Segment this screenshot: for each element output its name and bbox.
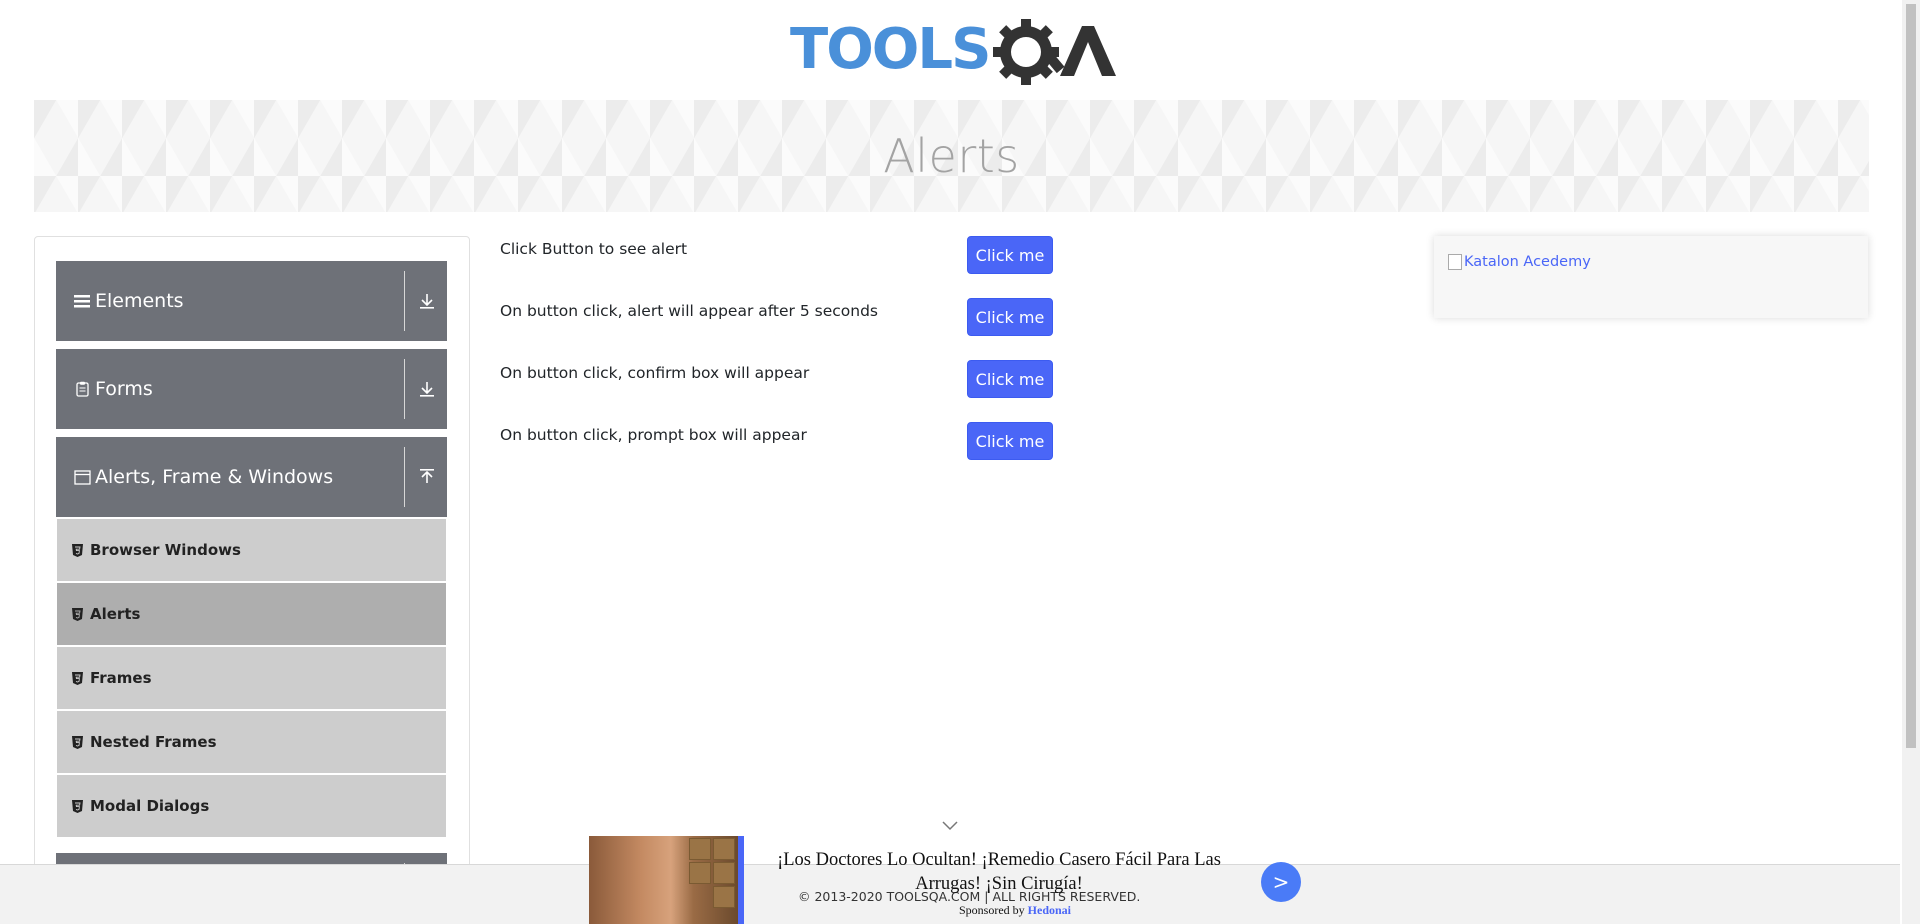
sidebar-item-browser-windows[interactable]: Browser Windows xyxy=(57,519,446,581)
sidebar-group-elements[interactable]: Elements xyxy=(56,261,447,341)
download-arrow-icon[interactable] xyxy=(415,289,439,313)
download-arrow-icon[interactable] xyxy=(415,377,439,401)
sidebar-item-alerts[interactable]: Alerts xyxy=(57,583,446,645)
logo-wordmark: TOOLS xyxy=(790,17,991,82)
row-description: On button click, confirm box will appear xyxy=(500,364,810,382)
sidebar-group-forms[interactable]: Forms xyxy=(56,349,447,429)
ad-alt-text: Katalon Acedemy xyxy=(1464,254,1591,270)
divider xyxy=(404,447,405,507)
ad-sponsor-line: Sponsored by Hedonai xyxy=(959,903,1071,918)
sponsor-name[interactable]: Hedonai xyxy=(1028,903,1071,917)
toolsqa-logo[interactable]: TOOLS xyxy=(790,14,1116,90)
upload-arrow-icon[interactable] xyxy=(415,465,439,489)
row-description: Click Button to see alert xyxy=(500,240,688,258)
prompt-button[interactable]: Click me xyxy=(967,422,1053,460)
sidebar-group-label: Forms xyxy=(95,378,153,400)
html5-icon xyxy=(71,607,83,621)
sidebar-item-label: Frames xyxy=(90,669,152,687)
alert-row: Click Button to see alert Click me xyxy=(500,236,1060,276)
sponsored-by-label: Sponsored by xyxy=(959,903,1025,917)
divider xyxy=(404,359,405,419)
html5-icon xyxy=(71,735,83,749)
sidebar-group-label: Elements xyxy=(95,290,184,312)
sidebar-item-label: Browser Windows xyxy=(90,541,241,559)
sidebar-item-frames[interactable]: Frames xyxy=(57,647,446,709)
sidebar-group-label: Alerts, Frame & Windows xyxy=(95,466,334,488)
row-description: On button click, alert will appear after… xyxy=(500,302,878,320)
prompt-row: On button click, prompt box will appear … xyxy=(500,422,1060,462)
clipboard-icon xyxy=(73,380,91,398)
confirm-row: On button click, confirm box will appear… xyxy=(500,360,1060,400)
sidebar-item-label: Modal Dialogs xyxy=(90,797,210,815)
sidebar-item-label: Nested Frames xyxy=(90,733,217,751)
window-icon xyxy=(73,468,91,486)
page-title: Alerts xyxy=(883,129,1020,183)
broken-image[interactable]: Katalon Acedemy xyxy=(1448,254,1591,270)
timer-alert-button[interactable]: Click me xyxy=(967,298,1053,336)
svg-text:TOOLS: TOOLS xyxy=(790,17,989,82)
vertical-scrollbar[interactable] xyxy=(1902,0,1920,924)
alert-button[interactable]: Click me xyxy=(967,236,1053,274)
timer-alert-row: On button click, alert will appear after… xyxy=(500,298,1060,338)
confirm-button[interactable]: Click me xyxy=(967,360,1053,398)
logo-letter-a xyxy=(1060,26,1116,76)
ad-go-button[interactable]: > xyxy=(1261,862,1301,902)
katalon-ad[interactable]: Katalon Acedemy xyxy=(1434,236,1868,318)
html5-icon xyxy=(71,671,83,685)
sidebar-item-nested-frames[interactable]: Nested Frames xyxy=(57,711,446,773)
sidebar-item-modal-dialogs[interactable]: Modal Dialogs xyxy=(57,775,446,837)
broken-image-icon xyxy=(1448,254,1462,270)
sidebar-group-alerts-frame-windows[interactable]: Alerts, Frame & Windows xyxy=(56,437,447,517)
sidebar-item-label: Alerts xyxy=(90,605,141,623)
divider xyxy=(404,271,405,331)
ad-title[interactable]: ¡Los Doctores Lo Ocultan! ¡Remedio Caser… xyxy=(589,848,1229,896)
left-sidebar: Elements Forms Alerts, Frame & Windows B… xyxy=(34,236,470,924)
html5-icon xyxy=(71,799,83,813)
gear-icon xyxy=(993,19,1065,85)
html5-icon xyxy=(71,543,83,557)
hamburger-icon xyxy=(73,292,91,310)
row-description: On button click, prompt box will appear xyxy=(500,426,807,444)
page-banner: Alerts xyxy=(34,100,1869,212)
chevron-down-icon[interactable] xyxy=(941,820,959,832)
sponsored-ad[interactable]: ¡Los Doctores Lo Ocultan! ¡Remedio Caser… xyxy=(589,836,1301,924)
scrollbar-thumb[interactable] xyxy=(1906,4,1916,748)
